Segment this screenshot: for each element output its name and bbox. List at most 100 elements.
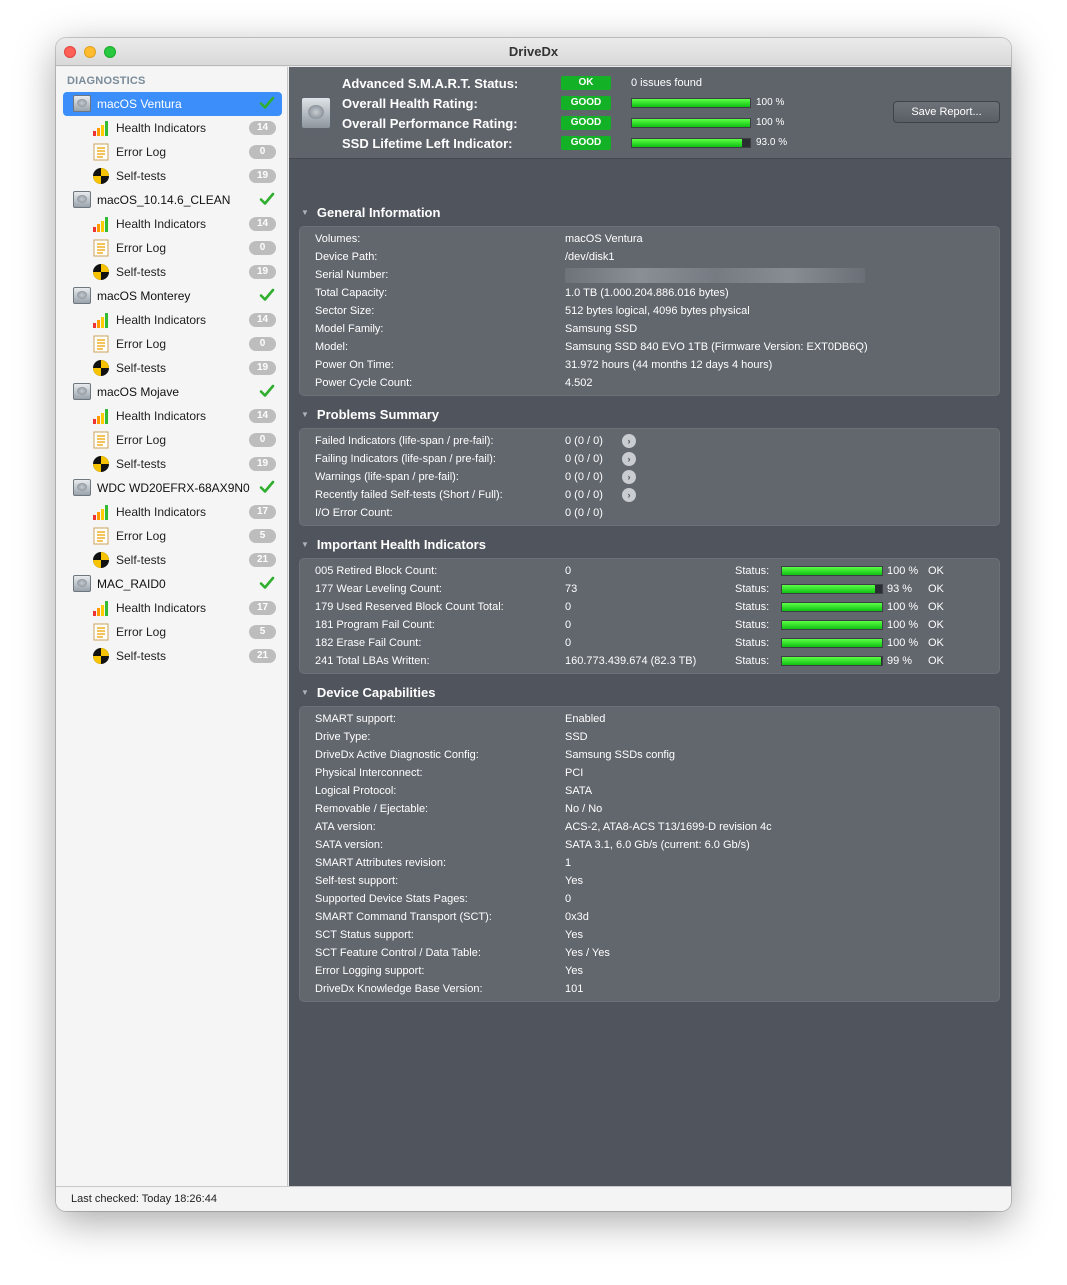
health-indicator-pct: 100 % xyxy=(887,565,919,577)
hard-disk-icon xyxy=(73,95,91,112)
sidebar-disk-3[interactable]: macOS Mojave xyxy=(56,380,288,404)
sidebar-item-label: Self-tests xyxy=(116,361,167,375)
problems-key: Warnings (life-span / pre-fail): xyxy=(315,471,459,483)
capability-row: SMART support: Enabled xyxy=(315,711,985,729)
capability-value: ACS-2, ATA8-ACS T13/1699-D revision 4c xyxy=(565,821,772,833)
disclosure-triangle-icon: ▼ xyxy=(301,688,309,697)
health-indicators-header[interactable]: ▼ Important Health Indicators xyxy=(301,537,486,552)
health-indicator-bar-fill xyxy=(782,621,882,629)
health-indicator-status-label: Status: xyxy=(735,637,770,649)
sidebar-item-selftests[interactable]: Self-tests 21 xyxy=(56,548,288,572)
health-indicator-row: 177 Wear Leveling Count: 73 Status: 93 % OK xyxy=(315,581,985,599)
general-info-row: Serial Number: xyxy=(315,267,985,285)
summary-bar: Advanced S.M.A.R.T. Status: OK 0 issues … xyxy=(289,67,1011,159)
redacted-serial-number xyxy=(565,268,865,283)
sidebar-item-label: Self-tests xyxy=(116,265,167,279)
sidebar-item-health[interactable]: Health Indicators 14 xyxy=(56,212,288,236)
health-indicator-raw-value: 73 xyxy=(565,583,578,595)
capability-key: SATA version: xyxy=(315,839,384,851)
sidebar-item-health[interactable]: Health Indicators 14 xyxy=(56,308,288,332)
sidebar-disk-4[interactable]: WDC WD20EFRX-68AX9N0 xyxy=(56,476,288,500)
sidebar-item-selftests[interactable]: Self-tests 19 xyxy=(56,164,288,188)
disclosure-triangle-icon: ▼ xyxy=(301,540,309,549)
smart-status-label: Advanced S.M.A.R.T. Status: xyxy=(342,76,519,91)
health-indicator-pct: 93 % xyxy=(887,583,913,595)
problems-value: 0 (0 / 0) xyxy=(565,435,603,447)
self-tests-icon xyxy=(92,359,110,377)
health-indicators-icon xyxy=(92,407,110,425)
health-indicator-bar xyxy=(781,566,883,576)
capability-key: ATA version: xyxy=(315,821,376,833)
general-info-key: Device Path: xyxy=(315,251,378,263)
sidebar-disk-0[interactable]: macOS Ventura xyxy=(56,92,288,116)
performance-rating-pill: GOOD xyxy=(561,116,611,130)
sidebar-disk-label: MAC_RAID0 xyxy=(97,577,166,591)
details-arrow-icon[interactable]: › xyxy=(622,452,636,466)
general-info-key: Total Capacity: xyxy=(315,287,388,299)
self-tests-icon xyxy=(92,551,110,569)
capability-value: SATA xyxy=(565,785,593,797)
sidebar-item-selftests[interactable]: Self-tests 19 xyxy=(56,260,288,284)
health-indicator-bar xyxy=(781,620,883,630)
sidebar-item-health[interactable]: Health Indicators 14 xyxy=(56,116,288,140)
sidebar-item-errors[interactable]: Error Log 0 xyxy=(56,140,288,164)
health-indicator-raw-value: 0 xyxy=(565,637,572,649)
error-log-icon xyxy=(92,431,110,449)
self-tests-icon xyxy=(92,263,110,281)
capability-value: 101 xyxy=(565,983,584,995)
capability-value: Yes xyxy=(565,965,583,977)
save-report-button[interactable]: Save Report... xyxy=(893,101,1000,123)
general-info-header[interactable]: ▼ General Information xyxy=(301,205,440,220)
health-indicator-bar-fill xyxy=(782,657,881,665)
sidebar-item-selftests[interactable]: Self-tests 19 xyxy=(56,452,288,476)
problems-value: 0 (0 / 0) xyxy=(565,489,603,501)
details-arrow-icon[interactable]: › xyxy=(622,488,636,502)
sidebar-disk-1[interactable]: macOS_10.14.6_CLEAN xyxy=(56,188,288,212)
health-indicator-row: 241 Total LBAs Written: 160.773.439.674 (… xyxy=(315,653,985,671)
sidebar-item-errors[interactable]: Error Log 0 xyxy=(56,428,288,452)
device-capabilities-header[interactable]: ▼ Device Capabilities xyxy=(301,685,435,700)
sidebar-item-label: Error Log xyxy=(116,433,167,447)
sidebar-disk-2[interactable]: macOS Monterey xyxy=(56,284,288,308)
details-arrow-icon[interactable]: › xyxy=(622,434,636,448)
sidebar-item-errors[interactable]: Error Log 0 xyxy=(56,332,288,356)
capability-value: Yes / Yes xyxy=(565,947,610,959)
capability-value: Yes xyxy=(565,929,583,941)
capability-value: Enabled xyxy=(565,713,606,725)
sidebar-item-errors[interactable]: Error Log 0 xyxy=(56,236,288,260)
capability-row: Self-test support: Yes xyxy=(315,873,985,891)
sidebar-item-health[interactable]: Health Indicators 14 xyxy=(56,404,288,428)
general-info-value: 4.502 xyxy=(565,377,593,389)
health-rating-bar xyxy=(631,98,751,108)
sidebar-item-health[interactable]: Health Indicators 17 xyxy=(56,500,288,524)
hard-disk-icon xyxy=(73,191,91,208)
details-arrow-icon[interactable]: › xyxy=(622,470,636,484)
hard-disk-icon xyxy=(73,479,91,496)
capability-row: Supported Device Stats Pages: 0 xyxy=(315,891,985,909)
general-info-row: Volumes: macOS Ventura xyxy=(315,231,985,249)
health-indicator-name: 005 Retired Block Count: xyxy=(315,565,438,577)
problems-summary-header[interactable]: ▼ Problems Summary xyxy=(301,407,439,422)
count-badge: 14 xyxy=(249,313,276,327)
general-info-card: Volumes: macOS Ventura Device Path: /dev/di… xyxy=(299,226,1000,396)
sidebar-item-label: Error Log xyxy=(116,241,167,255)
sidebar-item-selftests[interactable]: Self-tests 21 xyxy=(56,644,288,668)
sidebar-item-selftests[interactable]: Self-tests 19 xyxy=(56,356,288,380)
general-info-value: 512 bytes logical, 4096 bytes physical xyxy=(565,305,750,317)
sidebar-disk-5[interactable]: MAC_RAID0 xyxy=(56,572,288,596)
health-indicators-icon xyxy=(92,119,110,137)
sidebar-item-health[interactable]: Health Indicators 17 xyxy=(56,596,288,620)
sidebar-item-errors[interactable]: Error Log 5 xyxy=(56,620,288,644)
general-info-key: Power On Time: xyxy=(315,359,394,371)
health-indicators-icon xyxy=(92,599,110,617)
hard-disk-icon xyxy=(73,575,91,592)
error-log-icon xyxy=(92,143,110,161)
capability-value: SATA 3.1, 6.0 Gb/s (current: 6.0 Gb/s) xyxy=(565,839,750,851)
device-capabilities-title: Device Capabilities xyxy=(316,685,436,700)
general-info-key: Sector Size: xyxy=(315,305,375,317)
sidebar-disk-label: macOS Mojave xyxy=(97,385,180,399)
sidebar-item-errors[interactable]: Error Log 5 xyxy=(56,524,288,548)
general-info-key: Model Family: xyxy=(315,323,384,335)
problems-key: Recently failed Self-tests (Short / Full… xyxy=(315,489,503,501)
checkmark-icon xyxy=(259,95,275,111)
